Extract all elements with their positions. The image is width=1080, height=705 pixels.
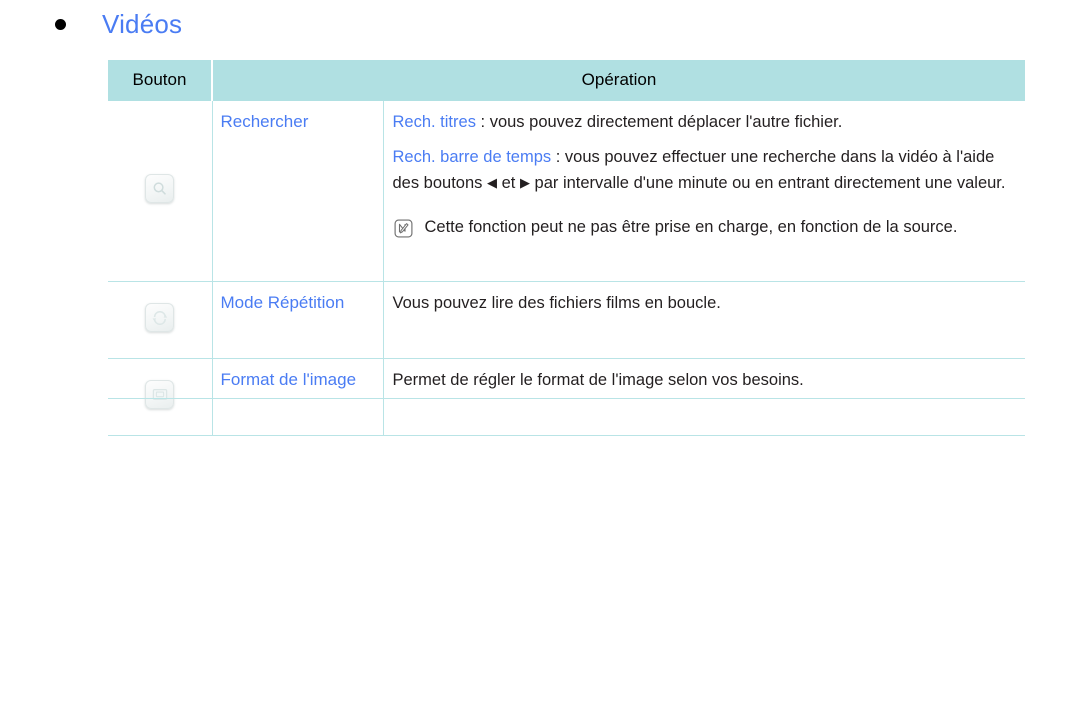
bullet-icon: [55, 18, 66, 30]
row-button-cell: [108, 358, 213, 436]
feature-description: Permet de régler le format de l'image se…: [383, 358, 1026, 436]
description-text: et: [497, 174, 520, 192]
table-row: Mode Répétition Vous pouvez lire des fic…: [108, 281, 1026, 359]
videos-button-table: Bouton Opération Rechercher Rech. titres…: [108, 60, 1026, 436]
description-paragraph: Rech. barre de temps : vous pouvez effec…: [393, 144, 1020, 198]
table-row: Rechercher Rech. titres : vous pouvez di…: [108, 101, 1026, 282]
feature-name: Rechercher: [212, 101, 384, 282]
feature-description: Rech. titres : vous pouvez directement d…: [383, 101, 1026, 282]
picture-format-button-icon[interactable]: [145, 380, 175, 409]
page-title-row: Vidéos: [55, 11, 182, 37]
description-text: : vous pouvez directement déplacer l'aut…: [475, 113, 843, 131]
feature-description: Vous pouvez lire des fichiers films en b…: [383, 281, 1026, 359]
description-paragraph: Rech. titres : vous pouvez directement d…: [393, 109, 1020, 136]
table-header-row: Bouton Opération: [108, 60, 1026, 101]
row-button-cell: [108, 101, 213, 282]
page-title: Vidéos: [102, 9, 183, 39]
accent-term: Rech. barre de temps: [392, 147, 552, 166]
repeat-mode-button-icon[interactable]: [145, 303, 175, 332]
arrow-left-icon: ◀: [487, 176, 497, 191]
column-header-operation: Opération: [212, 60, 1026, 101]
table-bottom-rule: [108, 398, 1025, 399]
note-text: Cette fonction peut ne pas être prise en…: [424, 217, 958, 236]
description-text: par intervalle d'une minute ou en entran…: [529, 174, 1006, 192]
table-row: Format de l'image Permet de régler le fo…: [108, 358, 1026, 436]
samsung-note-icon: [394, 219, 413, 238]
note-block: Cette fonction peut ne pas être prise en…: [393, 214, 1020, 241]
search-button-icon[interactable]: [145, 174, 175, 203]
table-body: Rechercher Rech. titres : vous pouvez di…: [108, 101, 1026, 436]
accent-term: Rech. titres: [392, 113, 476, 131]
spec-table: Bouton Opération Rechercher Rech. titres…: [108, 60, 1026, 436]
feature-name: Format de l'image: [212, 358, 384, 436]
table-header: Bouton Opération: [108, 60, 1026, 101]
row-button-cell: [108, 281, 213, 359]
arrow-right-icon: ▶: [519, 176, 530, 191]
feature-name: Mode Répétition: [212, 281, 384, 359]
column-header-bouton: Bouton: [108, 60, 213, 101]
